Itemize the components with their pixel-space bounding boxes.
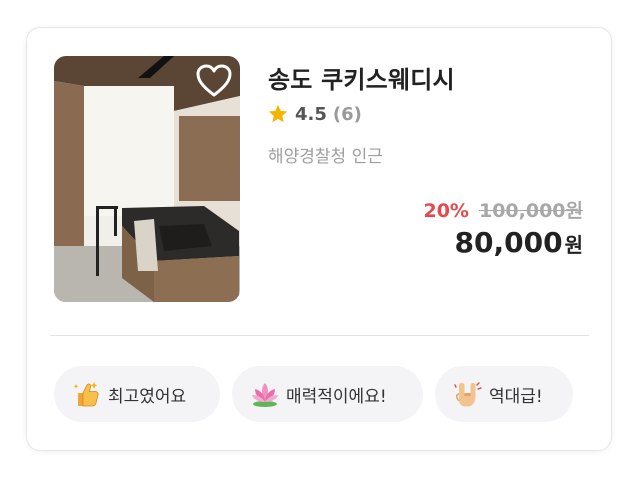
currency-unit: 원 bbox=[564, 233, 583, 257]
listing-photo[interactable] bbox=[54, 56, 240, 302]
discount-rate: 20% bbox=[423, 200, 469, 222]
reaction-chip-charming[interactable]: 매력적이에요! bbox=[232, 366, 423, 422]
rock-on-hand-icon bbox=[454, 382, 482, 407]
reaction-chip-legendary[interactable]: 역대급! bbox=[435, 366, 573, 422]
final-price: 80,000 bbox=[454, 226, 563, 259]
location-label: 해양경찰청 인근 bbox=[268, 147, 383, 167]
listing-title[interactable]: 송도 쿠키스웨디시 bbox=[268, 60, 455, 95]
final-price-row: 80,000 원 bbox=[455, 226, 583, 259]
listing-card[interactable]: 송도 쿠키스웨디시 4.5 (6) 해양경찰청 인근 20% 100,000원 … bbox=[26, 27, 612, 451]
review-count[interactable]: (6) bbox=[333, 104, 362, 125]
original-price: 100,000원 bbox=[478, 200, 583, 222]
reaction-chip-label: 최고였어요 bbox=[108, 386, 187, 407]
divider bbox=[50, 335, 589, 336]
thumbs-up-sparkle-icon bbox=[73, 382, 99, 407]
price-row: 20% 100,000원 bbox=[423, 196, 583, 223]
reaction-chip-label: 매력적이에요! bbox=[286, 386, 387, 407]
rating: 4.5 (6) bbox=[267, 103, 362, 125]
rating-score: 4.5 bbox=[295, 103, 327, 125]
reaction-chip-label: 역대급! bbox=[489, 386, 543, 407]
lotus-icon bbox=[252, 383, 278, 407]
reaction-chip-best[interactable]: 최고였어요 bbox=[54, 366, 220, 422]
heart-icon[interactable] bbox=[196, 64, 232, 98]
star-icon bbox=[268, 104, 288, 123]
reaction-chips: 최고였어요 매력적이에요! 역대급! bbox=[54, 366, 573, 422]
